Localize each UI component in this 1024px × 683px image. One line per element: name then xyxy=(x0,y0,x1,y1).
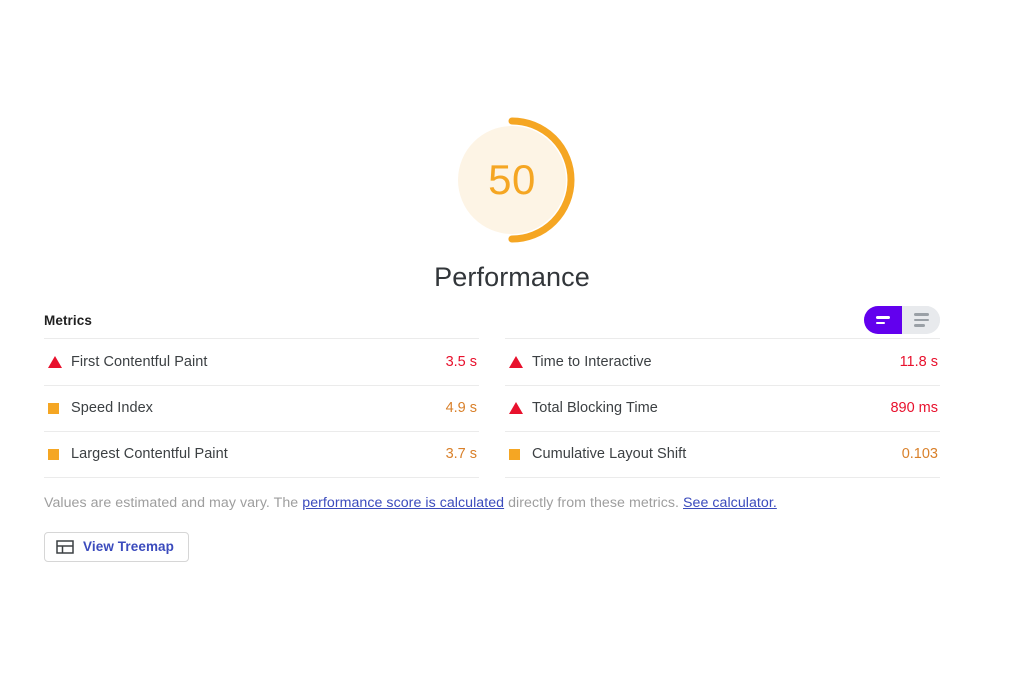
view-treemap-label: View Treemap xyxy=(83,539,174,554)
triangle-fail-icon xyxy=(506,402,532,414)
metrics-column-right: Time to Interactive 11.8 s Total Blockin… xyxy=(505,338,940,478)
triangle-fail-icon xyxy=(506,356,532,368)
table-row[interactable]: Speed Index 4.9 s xyxy=(44,385,479,432)
metrics-content: Metrics xyxy=(44,306,940,562)
metric-value: 3.5 s xyxy=(446,354,478,370)
metrics-header: Metrics xyxy=(44,306,940,334)
toggle-compact-view[interactable] xyxy=(864,306,902,334)
view-treemap-button[interactable]: View Treemap xyxy=(44,532,189,562)
expanded-view-icon xyxy=(914,313,929,327)
performance-score-link[interactable]: performance score is calculated xyxy=(302,495,504,511)
table-row[interactable]: Cumulative Layout Shift 0.103 xyxy=(505,431,940,478)
table-row[interactable]: Largest Contentful Paint 3.7 s xyxy=(44,431,479,478)
performance-gauge: 50 xyxy=(444,112,580,248)
metric-label: Largest Contentful Paint xyxy=(71,446,446,462)
metric-value: 11.8 s xyxy=(900,354,939,370)
square-average-icon xyxy=(506,449,532,460)
metric-value: 4.9 s xyxy=(446,400,478,416)
metric-value: 890 ms xyxy=(890,400,939,416)
compact-view-icon xyxy=(876,316,890,324)
metric-value: 0.103 xyxy=(902,446,939,462)
square-average-icon xyxy=(45,403,71,414)
toggle-expanded-view[interactable] xyxy=(902,306,940,334)
table-row[interactable]: Total Blocking Time 890 ms xyxy=(505,385,940,432)
metrics-view-toggle[interactable] xyxy=(864,306,940,334)
lighthouse-performance-report: 50 Performance Metrics xyxy=(0,0,1024,683)
table-row[interactable]: Time to Interactive 11.8 s xyxy=(505,338,940,385)
metric-label: Cumulative Layout Shift xyxy=(532,446,902,462)
metrics-columns: First Contentful Paint 3.5 s Speed Index… xyxy=(44,338,940,478)
metric-label: Speed Index xyxy=(71,400,446,416)
metrics-heading: Metrics xyxy=(44,313,92,328)
metrics-disclaimer: Values are estimated and may vary. The p… xyxy=(44,494,940,514)
gauge-score-value: 50 xyxy=(488,159,536,201)
treemap-icon xyxy=(56,540,74,554)
table-row[interactable]: First Contentful Paint 3.5 s xyxy=(44,338,479,385)
disclaimer-text-part1: Values are estimated and may vary. The xyxy=(44,495,302,511)
metric-value: 3.7 s xyxy=(446,446,478,462)
square-average-icon xyxy=(45,449,71,460)
gauge-category-title: Performance xyxy=(434,262,590,293)
performance-gauge-section: 50 Performance xyxy=(0,112,1024,293)
triangle-fail-icon xyxy=(45,356,71,368)
metrics-column-left: First Contentful Paint 3.5 s Speed Index… xyxy=(44,338,479,478)
metric-label: First Contentful Paint xyxy=(71,354,446,370)
metric-label: Total Blocking Time xyxy=(532,400,890,416)
disclaimer-text-part2: directly from these metrics. xyxy=(504,495,683,511)
see-calculator-link[interactable]: See calculator. xyxy=(683,495,777,511)
metric-label: Time to Interactive xyxy=(532,354,900,370)
